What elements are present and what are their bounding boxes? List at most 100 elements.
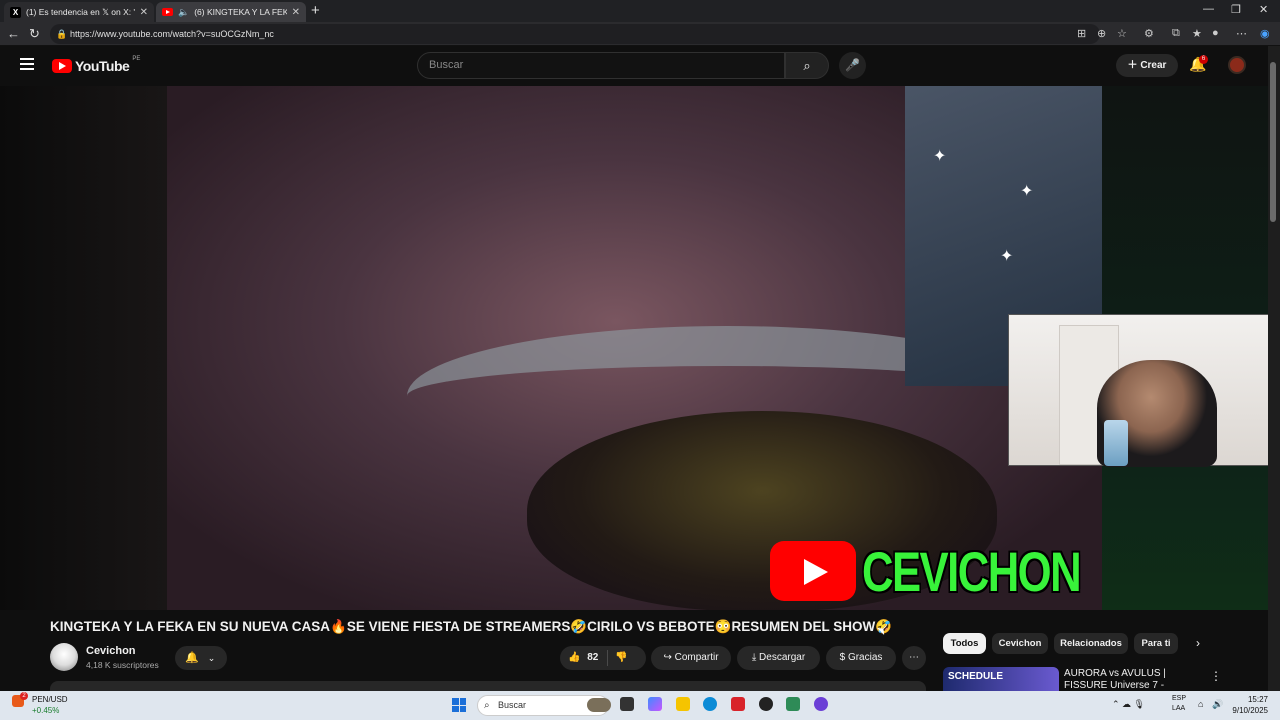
channel-name[interactable]: Cevichon [86,645,136,657]
youtube-logo[interactable]: YouTube PE [52,56,140,74]
search-icon: ⌕ [484,700,490,711]
tab-x-trending[interactable]: X (1) Es tendencia en 𝕏 on X: ""Japo ✕ [4,2,154,22]
chip-channel[interactable]: Cevichon [992,633,1048,654]
plus-icon: ＋ [1127,60,1138,71]
description-box[interactable] [50,681,926,691]
thanks-icon: $ [839,652,846,663]
edge-icon[interactable] [703,697,717,711]
new-tab-icon[interactable]: + [311,2,320,19]
favorites-icon[interactable]: ★ [1192,27,1202,40]
chip-for-you[interactable]: Para ti [1134,633,1178,654]
reload-icon[interactable]: ↻ [29,26,40,42]
more-horizontal-icon: ⋯ [909,652,919,663]
like-button[interactable]: 👍 82 [568,652,601,663]
create-button[interactable]: ＋ Crear [1116,54,1178,77]
create-label: Crear [1140,60,1167,71]
video-letterbox-left [0,86,167,610]
copilot-icon[interactable]: ◉ [1260,27,1270,40]
youtube-play-icon [770,541,856,601]
thanks-button[interactable]: $ Gracias [826,646,896,670]
scrollbar-thumb[interactable] [1270,62,1276,222]
share-label: Compartir [674,652,719,663]
search-button[interactable]: ⌕ [785,52,829,79]
chevron-right-icon[interactable]: › [1196,636,1200,650]
url-field[interactable]: 🔒 https://www.youtube.com/watch?v=suOCGz… [50,24,1100,44]
tab-youtube-video[interactable]: 🔈 (6) KINGTEKA Y LA FEKA EN ✕ [156,2,306,22]
avatar[interactable] [1228,56,1246,74]
tab-title: (1) Es tendencia en 𝕏 on X: ""Japo [26,6,135,17]
download-label: Descargar [759,652,806,663]
zoom-icon[interactable]: ⊕ [1097,27,1106,40]
chip-related[interactable]: Relacionados [1054,633,1128,654]
restore-icon[interactable]: ❐ [1231,3,1241,16]
recommendation-thumbnail[interactable]: SCHEDULE [943,667,1059,691]
scrollbar[interactable] [1268,46,1280,691]
microphone-icon: 🎤 [845,58,860,72]
share-button[interactable]: ↪ Compartir [651,646,731,670]
task-view-icon[interactable] [620,697,634,711]
url-text: https://www.youtube.com/watch?v=suOCGzNm… [70,29,274,39]
sparkle-icon: ✦ [1000,248,1014,265]
menu-icon[interactable] [20,58,34,70]
more-vertical-icon[interactable]: ⋮ [1210,669,1222,683]
network-icon[interactable]: ⌂ [1198,699,1203,709]
ticker-name: PEN/USD [32,695,68,704]
favorite-star-icon[interactable]: ☆ [1117,27,1127,40]
notepad-icon[interactable] [786,697,800,711]
clock-time[interactable]: 15:27 [1240,695,1268,704]
close-window-icon[interactable]: ✕ [1259,3,1268,16]
speaker-icon[interactable]: 🔈 [178,7,189,18]
clock-date[interactable]: 9/10/2025 [1228,706,1268,715]
ticker-badge: 2 [20,692,28,700]
thumbs-up-icon: 👍 [568,652,581,663]
search-input[interactable]: Buscar [417,52,785,79]
language-indicator[interactable]: ESP [1172,695,1186,702]
system-tray-icons[interactable]: ⌃ ☁ 🎙 [1112,699,1145,710]
app-icon[interactable] [759,697,773,711]
lock-icon: 🔒 [56,29,68,39]
address-bar-row: ← ↻ 🔒 https://www.youtube.com/watch?v=su… [0,22,1280,46]
close-tab-icon[interactable]: ✕ [140,7,148,18]
share-icon: ↪ [663,652,672,663]
chevron-down-icon: ⌄ [207,653,216,663]
like-count: 82 [587,652,599,663]
minimize-icon[interactable]: — [1203,3,1214,15]
sparkle-icon: ✦ [933,148,947,165]
video-player[interactable]: ✦ ✦ ✦ CEVICHON [0,86,1268,610]
more-actions-button[interactable]: ⋯ [902,646,926,670]
office-icon[interactable] [731,697,745,711]
channel-watermark: CEVICHON [770,539,1090,605]
search-icon: ⌕ [803,58,811,73]
thumbnail-text: SCHEDULE [948,671,1004,682]
volume-icon[interactable]: 🔊 [1212,699,1223,710]
extensions-icon[interactable]: ⚙ [1144,27,1154,40]
youtube-play-icon [52,59,72,73]
more-options-icon[interactable]: ⋯ [1236,27,1247,40]
profile-icon[interactable]: ● [1212,27,1219,39]
chip-all[interactable]: Todos [943,633,986,654]
voice-search-button[interactable]: 🎤 [839,52,866,79]
discord-icon[interactable] [814,697,828,711]
logo-text: YouTube [75,58,130,74]
thumbs-down-icon: 👎 [615,652,628,663]
windows-start-icon[interactable] [452,698,466,712]
divider [607,650,608,666]
copilot-app-icon[interactable] [648,697,662,711]
file-explorer-icon[interactable] [676,697,690,711]
close-tab-icon[interactable]: ✕ [292,7,300,18]
download-button[interactable]: ⤓ Descargar [737,646,820,670]
subscription-bell-button[interactable]: 🔔 ⌄ [175,646,227,670]
split-screen-icon[interactable]: ⧉ [1172,27,1180,40]
widget-icon[interactable] [587,698,611,712]
download-icon: ⤓ [751,652,757,663]
dislike-button[interactable]: 👎 [615,652,627,663]
recommendation-title[interactable]: AURORA vs AVULUS | FISSURE Universe 7 - … [1064,668,1204,690]
app-icon[interactable]: ⊞ [1077,27,1086,40]
back-icon[interactable]: ← [7,26,20,41]
video-title: KINGTEKA Y LA FEKA EN SU NUEVA CASA🔥SE V… [50,619,893,634]
streamer-webcam [1008,314,1268,467]
keyboard-layout[interactable]: LAA [1172,705,1185,712]
channel-avatar[interactable] [50,643,78,671]
x-icon: X [10,6,21,18]
watermark-text: CEVICHON [862,540,1082,603]
